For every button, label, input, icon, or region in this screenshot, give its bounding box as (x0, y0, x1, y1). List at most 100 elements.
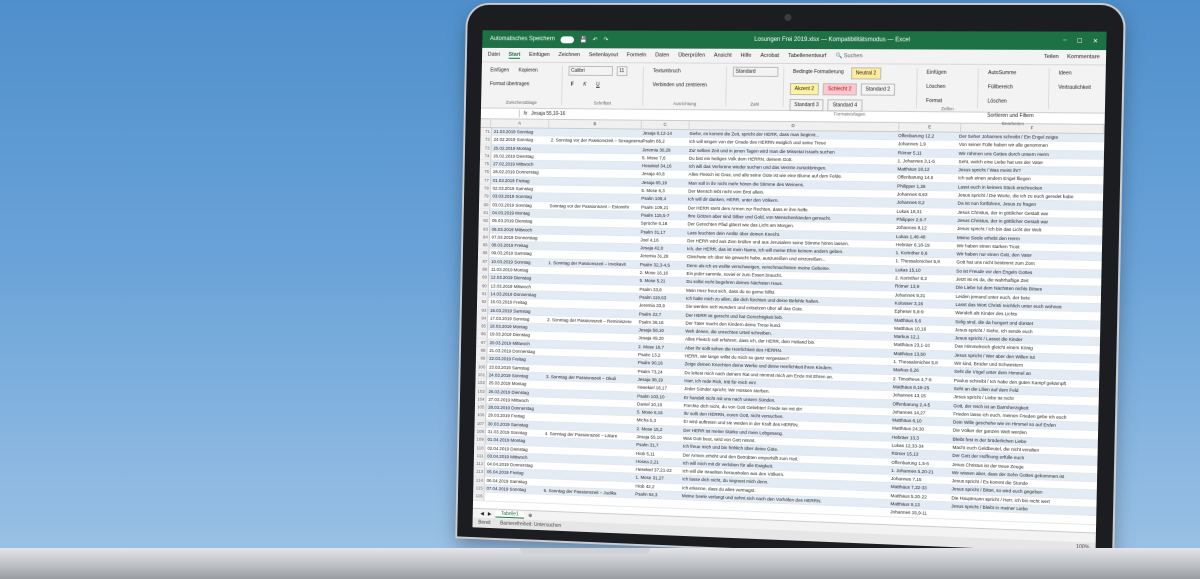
style-schlecht-2[interactable]: Schlecht 2 (822, 83, 857, 96)
sensitivity-button[interactable]: Vertraulichkeit (1055, 83, 1094, 93)
row-number[interactable]: 87 (477, 257, 490, 266)
row-number[interactable]: 72 (480, 136, 492, 144)
cell-verse-ref[interactable]: Jeremia 31,28 (640, 253, 687, 261)
row-number[interactable]: 110 (474, 443, 486, 452)
cell-teaching-ref[interactable]: Matthäus 10,16 (894, 325, 955, 334)
bold-icon[interactable]: F (568, 80, 577, 90)
row-number[interactable]: 74 (479, 152, 492, 160)
cell-verse-ref[interactable]: Psalm 33,6 (639, 286, 686, 294)
next-sheet-icon[interactable]: ▶ (488, 511, 492, 517)
cell-sunday[interactable] (551, 129, 643, 137)
italic-icon[interactable]: K (580, 80, 589, 90)
row-number[interactable]: 107 (474, 419, 487, 428)
cell-date[interactable]: 05.03.2019 Dienstag (490, 217, 549, 225)
close-icon[interactable]: ✕ (1093, 37, 1098, 44)
cell-verse-ref[interactable] (635, 499, 682, 508)
cell-date[interactable]: 21.03.2019 Sonntag (492, 128, 551, 136)
cell-sunday[interactable] (551, 145, 643, 153)
cell-verse-ref[interactable]: Joel 4,16 (640, 236, 687, 244)
cell-teaching-ref[interactable]: Römer 5,11 (898, 149, 959, 157)
row-number[interactable]: 82 (478, 217, 491, 225)
cell-verse-ref[interactable]: Jesaja 65,19 (642, 179, 689, 187)
tab-hilfe[interactable]: Hilfe (740, 53, 751, 59)
select-all-corner[interactable] (480, 119, 492, 128)
comments-button[interactable]: Kommentare (1067, 54, 1100, 60)
cell-teaching-ref[interactable]: Römer 13,9 (895, 283, 956, 292)
cell-verse-ref[interactable]: Psalm 90,16 (638, 359, 685, 368)
cell-date[interactable]: 11.03.2019 Montag (489, 266, 548, 274)
cell-verse-ref[interactable]: Jesaja 40,8 (642, 171, 689, 179)
insert-cells-button[interactable]: Einfügen (923, 68, 949, 78)
cell-verse-ref[interactable]: Hesekiel 16,17 (637, 384, 684, 393)
cell-date[interactable]: 03.03.2019 Sonntag (490, 201, 549, 209)
cell-date[interactable]: 26.02.2019 Dienstag (491, 152, 550, 160)
maximize-icon[interactable]: ☐ (1077, 37, 1083, 44)
row-number[interactable]: 93 (476, 306, 489, 314)
cell-teaching-text[interactable]: Von seiner Fülle haben wir alle genommen (959, 141, 1104, 150)
cell-teaching-ref[interactable]: 1. Korinther 8,6 (896, 249, 957, 258)
cell-verse-ref[interactable]: Psalm 73,24 (638, 368, 685, 377)
cell-verse-ref[interactable]: Psalm 38,16 (639, 318, 686, 326)
cell-teaching-ref[interactable]: Lukas 18,31 (896, 207, 957, 215)
row-number[interactable]: 71 (480, 127, 492, 136)
cell-teaching-ref[interactable]: Offenbarung 12,2 (898, 132, 959, 140)
delete-cells-button[interactable]: Löschen (923, 82, 949, 92)
cell-date[interactable]: 07.03.2019 Donnerstag (490, 234, 549, 242)
row-number[interactable]: 114 (473, 476, 485, 484)
underline-icon[interactable]: U (593, 80, 602, 90)
cell-verse-ref[interactable]: Psalm 85,2 (642, 138, 689, 146)
cell-teaching-ref[interactable]: Matthäus 23,1-10 (894, 341, 955, 350)
row-number[interactable]: 96 (476, 330, 488, 338)
paste-button[interactable]: Einfügen (487, 65, 512, 75)
cell-verse-ref[interactable]: Daniel 10,19 (637, 400, 684, 409)
cell-teaching-ref[interactable]: Johannes 9,31 (895, 291, 956, 300)
row-number[interactable]: 94 (476, 314, 489, 322)
row-number[interactable]: 86 (477, 249, 490, 257)
column-header-c[interactable]: C (641, 120, 690, 130)
cell-verse-ref[interactable]: Jesaja 42,8 (640, 244, 687, 252)
tab-daten[interactable]: Daten (655, 52, 669, 58)
font-size-select[interactable]: 11 (616, 66, 628, 77)
style-standard-3[interactable]: Standard 3 (789, 99, 824, 112)
search-box[interactable]: 🔍 Suchen (835, 53, 862, 59)
row-number[interactable]: 105 (474, 403, 487, 411)
cell-teaching-ref[interactable]: Markus 12,1 (894, 333, 955, 342)
cell-verse-ref[interactable]: Psalm 22,7 (639, 310, 686, 318)
fill-button[interactable]: Füllbereich (985, 82, 1016, 92)
tab-ansicht[interactable]: Ansicht (714, 53, 732, 59)
cell-date[interactable]: 15.03.2019 Freitag (488, 298, 547, 307)
cell-teaching-ref[interactable]: 2. Korinther 8,2 (895, 274, 956, 283)
ideas-button[interactable]: Ideen (1055, 68, 1074, 78)
row-number[interactable]: 77 (479, 176, 491, 184)
row-number[interactable]: 99 (475, 354, 488, 363)
style-neutral-2[interactable]: Neutral 2 (850, 67, 882, 80)
cell-verse-ref[interactable]: 2. Mose 16,16 (640, 269, 687, 277)
wrap-text-button[interactable]: Textumbruch (650, 66, 684, 76)
cell-teaching-ref[interactable]: Philipper 1,28 (897, 182, 958, 190)
cell-verse-ref[interactable]: Psalm 109,21 (641, 203, 688, 211)
row-number[interactable]: 95 (476, 322, 489, 330)
cell-verse-ref[interactable]: Jesaja 58,10 (638, 327, 685, 335)
cell-sunday[interactable] (550, 194, 642, 203)
style-akzent-2[interactable]: Akzent 2 (789, 83, 820, 96)
cell-date[interactable]: 04.03.2019 Montag (490, 209, 549, 217)
row-number[interactable]: 104 (475, 395, 487, 403)
cell-date[interactable]: 13.03.2019 Mittwoch (489, 282, 548, 290)
cell-verse-ref[interactable]: Hesekiel 34,16 (642, 162, 689, 170)
style-standard-2[interactable]: Standard 2 (860, 83, 896, 96)
save-icon[interactable]: 💾 (580, 36, 587, 43)
cell-teaching-ref[interactable]: Kolosser 3,16 (895, 299, 956, 308)
row-number[interactable]: 101 (475, 371, 488, 379)
cell-teaching-ref[interactable]: 1. Johannes 3,1-5 (898, 157, 959, 165)
cell-teaching-ref[interactable]: Johannes 6,63 (897, 191, 958, 199)
tab-ueberpruefen[interactable]: Überprüfen (678, 53, 705, 59)
tab-tabellenentwurf[interactable]: Tabellenentwurf (788, 53, 827, 59)
cell-verse-ref[interactable]: Psalm 31,17 (640, 228, 687, 236)
sort-filter-button[interactable]: Sortieren und Filtern (984, 111, 1037, 122)
row-number[interactable]: 112 (473, 460, 486, 468)
column-header-f[interactable]: F (961, 123, 1105, 134)
autosum-button[interactable]: AutoSumme (985, 68, 1020, 78)
tab-start[interactable]: Start (508, 51, 521, 59)
accessibility-status[interactable]: Barrierefreiheit: Untersuchen (500, 521, 561, 529)
cell-date[interactable]: 25.02.2019 Montag (491, 144, 550, 152)
